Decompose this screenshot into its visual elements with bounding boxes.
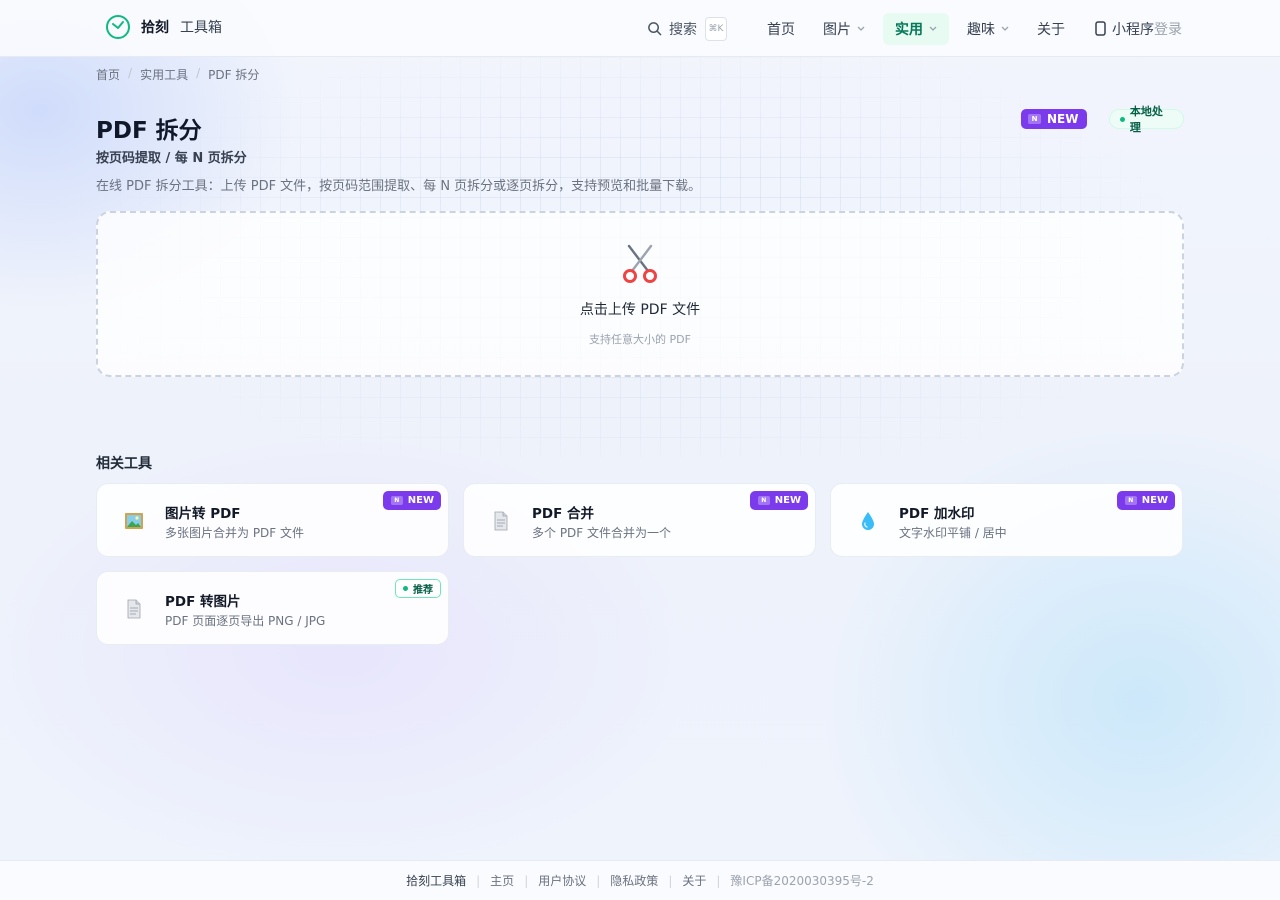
footer-about-link[interactable]: 关于	[682, 872, 706, 889]
nav-utilities-label: 实用	[895, 21, 923, 38]
nav-images[interactable]: 图片	[823, 19, 865, 39]
nav-about-label: 关于	[1037, 21, 1065, 38]
nav-fun[interactable]: 趣味	[967, 19, 1009, 39]
tool-card-pdf-to-image[interactable]: PDF 转图片 PDF 页面逐页导出 PNG / JPG 推荐	[96, 571, 449, 645]
search-button[interactable]: 搜索 ⌘K	[647, 16, 727, 41]
footer-separator: |	[476, 873, 481, 888]
new-badge-label: NEW	[407, 495, 434, 506]
page-subtitle: 按页码提取 / 每 N 页拆分	[96, 151, 247, 166]
chevron-down-icon	[929, 26, 937, 31]
footer-separator: |	[716, 873, 721, 888]
nav-home[interactable]: 首页	[767, 19, 795, 39]
tool-card-name: PDF 加水印	[899, 506, 975, 522]
brand-logo[interactable]: 拾刻 工具箱	[105, 14, 222, 40]
scissors-icon	[623, 244, 657, 283]
new-badge-mark: N	[757, 496, 770, 505]
chevron-down-icon	[1001, 26, 1009, 31]
nav-images-label: 图片	[823, 21, 851, 38]
nav-fun-label: 趣味	[967, 21, 995, 38]
upload-hint: 支持任意大小的 PDF	[589, 333, 691, 346]
local-processing-badge: 本地处理	[1109, 105, 1184, 134]
tool-card-name: PDF 合并	[532, 506, 595, 522]
recommended-badge-label: 推荐	[413, 585, 433, 596]
page-footer: 拾刻工具箱 | 主页 | 用户协议 | 隐私政策 | 关于 | 豫ICP备202…	[0, 860, 1280, 900]
pdf-upload-dropzone[interactable]: 点击上传 PDF 文件 支持任意大小的 PDF	[96, 211, 1184, 377]
breadcrumb-separator: /	[196, 66, 201, 80]
local-processing-label: 本地处理	[1129, 105, 1163, 134]
picture-icon	[125, 513, 143, 529]
tool-card-desc: PDF 页面逐页导出 PNG / JPG	[165, 614, 326, 628]
document-icon	[494, 511, 508, 531]
new-badge: N NEW	[382, 491, 441, 510]
footer-brand-link[interactable]: 拾刻工具箱	[406, 872, 466, 889]
nav-about[interactable]: 关于	[1037, 19, 1065, 39]
page-description: 在线 PDF 拆分工具：上传 PDF 文件，按页码范围提取、每 N 页拆分或逐页…	[96, 179, 702, 194]
breadcrumb: 首页 / 实用工具 / PDF 拆分	[96, 66, 259, 83]
mini-program-label: 小程序	[1112, 21, 1154, 38]
new-badge-mark: N	[1028, 114, 1041, 124]
tool-card-desc: 多个 PDF 文件合并为一个	[532, 526, 672, 540]
footer-separator: |	[524, 873, 529, 888]
nav-utilities[interactable]: 实用	[883, 12, 949, 45]
new-badge-label: NEW	[1141, 495, 1168, 506]
new-badge-mark: N	[1124, 496, 1137, 505]
new-badge: N NEW	[1021, 109, 1088, 129]
new-badge-mark: N	[390, 496, 403, 505]
recommended-badge: 推荐	[395, 579, 441, 598]
footer-privacy-link[interactable]: 隐私政策	[610, 872, 658, 889]
phone-icon	[1095, 21, 1106, 36]
tool-card-desc: 多张图片合并为 PDF 文件	[165, 526, 305, 540]
new-badge-label: NEW	[1047, 112, 1079, 126]
chevron-down-icon	[857, 26, 865, 31]
breadcrumb-utilities[interactable]: 实用工具	[140, 66, 188, 83]
clock-logo-icon	[106, 15, 130, 39]
footer-terms-link[interactable]: 用户协议	[538, 872, 586, 889]
tool-card-name: 图片转 PDF	[165, 506, 241, 522]
breadcrumb-current: PDF 拆分	[208, 68, 260, 82]
status-dot	[1120, 116, 1125, 122]
page-title: PDF 拆分	[96, 118, 202, 144]
breadcrumb-home[interactable]: 首页	[96, 66, 120, 83]
main-nav: 搜索 ⌘K 首页 图片 实用 趣味 关于 小程序	[647, 0, 1154, 57]
tool-card-pdf-watermark[interactable]: PDF 加水印 文字水印平铺 / 居中 N NEW	[830, 483, 1183, 557]
droplet-icon	[862, 512, 874, 530]
related-tools-heading: 相关工具	[96, 456, 152, 472]
new-badge: N NEW	[749, 491, 808, 510]
brand-subtitle: 工具箱	[180, 20, 222, 36]
search-icon	[648, 22, 662, 36]
mini-program-button[interactable]: 小程序	[1095, 19, 1154, 39]
footer-home-link[interactable]: 主页	[490, 872, 514, 889]
new-badge: N NEW	[1116, 491, 1175, 510]
footer-separator: |	[668, 873, 673, 888]
tool-card-name: PDF 转图片	[165, 594, 241, 610]
footer-icp-link[interactable]: 豫ICP备2020030395号-2	[730, 872, 873, 889]
upload-title: 点击上传 PDF 文件	[579, 302, 701, 318]
search-shortcut: ⌘K	[705, 16, 727, 41]
brand-name: 拾刻	[141, 20, 169, 36]
top-header: 拾刻 工具箱 搜索 ⌘K 首页 图片 实用 趣味 关于 小程序 登录	[0, 0, 1280, 57]
login-link[interactable]: 登录	[1154, 19, 1182, 39]
breadcrumb-separator: /	[128, 66, 133, 80]
new-badge-label: NEW	[774, 495, 801, 506]
search-label: 搜索	[669, 21, 697, 38]
tool-card-pdf-merge[interactable]: PDF 合并 多个 PDF 文件合并为一个 N NEW	[463, 483, 816, 557]
footer-separator: |	[596, 873, 601, 888]
document-icon	[127, 599, 141, 619]
tool-card-images-to-pdf[interactable]: 图片转 PDF 多张图片合并为 PDF 文件 N NEW	[96, 483, 449, 557]
status-dot	[403, 586, 408, 591]
nav-home-label: 首页	[767, 21, 795, 38]
tool-card-desc: 文字水印平铺 / 居中	[899, 526, 1007, 540]
